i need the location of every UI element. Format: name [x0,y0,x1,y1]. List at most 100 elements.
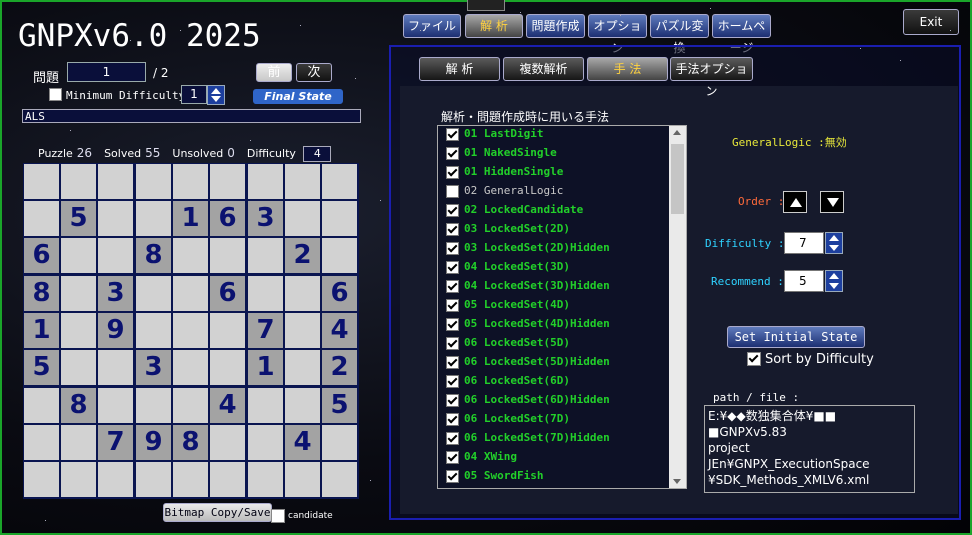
sudoku-cell[interactable] [173,238,208,273]
sudoku-cell[interactable]: 6 [322,276,357,311]
sudoku-cell[interactable] [61,350,96,385]
prev-button[interactable]: 前 [256,63,292,82]
sudoku-cell[interactable] [24,201,59,236]
sudoku-cell[interactable]: 5 [24,350,59,385]
min-difficulty-checkbox[interactable] [49,88,62,101]
sudoku-cell[interactable] [98,388,133,423]
spin-up-icon[interactable] [829,273,839,279]
sudoku-cell[interactable] [248,462,283,497]
sudoku-cell[interactable]: 6 [210,276,245,311]
recommend-spinner[interactable] [825,270,843,292]
sudoku-cell[interactable] [210,462,245,497]
sudoku-cell[interactable] [248,238,283,273]
method-checkbox[interactable] [446,260,459,274]
sudoku-cell[interactable] [136,313,171,348]
path-file-field[interactable]: E:¥◆◆数独集合体¥■■ ■GNPXv5.83 project JEn¥GNP… [704,405,915,493]
sudoku-cell[interactable] [173,462,208,497]
sudoku-cell[interactable]: 4 [210,388,245,423]
method-item[interactable]: 01 NakedSingle [446,146,557,165]
method-item[interactable]: 05 LockedSet(4D)Hidden [446,317,610,336]
min-difficulty-spinner[interactable] [207,85,225,105]
methods-scrollbar[interactable] [669,126,686,488]
subtab-2[interactable]: 手 法 [587,57,668,81]
sudoku-cell[interactable]: 3 [98,276,133,311]
menu-0[interactable]: ファイル [403,14,461,38]
sudoku-cell[interactable]: 4 [285,425,320,460]
sudoku-cell[interactable] [210,313,245,348]
sudoku-cell[interactable] [136,462,171,497]
window-grip[interactable] [467,0,505,11]
sudoku-cell[interactable] [24,388,59,423]
method-item[interactable]: 03 LockedSet(2D) [446,222,570,241]
final-state-button[interactable]: Final State [253,89,343,104]
scroll-thumb[interactable] [671,144,684,214]
method-checkbox[interactable] [446,184,459,198]
sudoku-cell[interactable] [285,276,320,311]
method-checkbox[interactable] [446,431,459,445]
sudoku-cell[interactable] [248,276,283,311]
method-item[interactable]: 05 SwordFish [446,469,543,488]
method-checkbox[interactable] [446,469,459,483]
sudoku-cell[interactable]: 8 [136,238,171,273]
sudoku-cell[interactable] [136,388,171,423]
method-item[interactable]: 06 LockedSet(7D)Hidden [446,431,610,450]
sudoku-cell[interactable]: 8 [61,388,96,423]
method-checkbox[interactable] [446,241,459,255]
method-item[interactable]: 06 LockedSet(5D)Hidden [446,355,610,374]
sudoku-cell[interactable]: 3 [248,201,283,236]
method-checkbox[interactable] [446,146,459,160]
sort-by-difficulty-checkbox[interactable] [747,352,761,366]
sudoku-cell[interactable] [248,388,283,423]
sudoku-cell[interactable] [61,462,96,497]
sudoku-cell[interactable] [248,164,283,199]
spin-up-icon[interactable] [829,235,839,241]
sudoku-cell[interactable] [61,164,96,199]
sudoku-cell[interactable] [61,313,96,348]
sudoku-cell[interactable] [322,201,357,236]
sudoku-cell[interactable] [173,388,208,423]
sudoku-cell[interactable] [61,276,96,311]
methods-list[interactable]: 01 LastDigit 01 NakedSingle 01 HiddenSingl… [437,125,687,489]
sudoku-cell[interactable] [285,388,320,423]
method-checkbox[interactable] [446,317,459,331]
sudoku-cell[interactable] [24,164,59,199]
sudoku-cell[interactable] [98,238,133,273]
sudoku-cell[interactable] [173,164,208,199]
spin-down-icon[interactable] [211,96,221,102]
sudoku-cell[interactable]: 1 [173,201,208,236]
method-checkbox[interactable] [446,412,459,426]
subtab-3[interactable]: 手法オプション [670,57,753,98]
sudoku-cell[interactable] [136,201,171,236]
method-item[interactable]: 02 GeneralLogic [446,184,563,203]
sudoku-cell[interactable] [136,164,171,199]
method-checkbox[interactable] [446,203,459,217]
method-checkbox[interactable] [446,355,459,369]
sudoku-cell[interactable]: 5 [61,201,96,236]
spin-down-icon[interactable] [829,245,839,251]
sudoku-cell[interactable]: 6 [210,201,245,236]
method-item[interactable]: 06 LockedSet(7D) [446,412,570,431]
method-checkbox[interactable] [446,165,459,179]
method-item[interactable]: 06 LockedSet(5D) [446,336,570,355]
sudoku-cell[interactable] [285,201,320,236]
sudoku-cell[interactable]: 2 [285,238,320,273]
next-button[interactable]: 次 [296,63,332,82]
method-checkbox[interactable] [446,298,459,312]
method-checkbox[interactable] [446,450,459,464]
candidate-checkbox[interactable] [271,509,285,523]
sudoku-cell[interactable] [322,238,357,273]
spin-down-icon[interactable] [829,283,839,289]
sudoku-cell[interactable] [98,201,133,236]
set-initial-state-button[interactable]: Set Initial State [727,326,865,348]
method-checkbox[interactable] [446,336,459,350]
method-checkbox[interactable] [446,393,459,407]
sudoku-cell[interactable]: 7 [98,425,133,460]
sudoku-cell[interactable] [285,462,320,497]
sudoku-cell[interactable] [285,313,320,348]
menu-4[interactable]: パズル変換 [650,14,709,55]
sudoku-cell[interactable] [61,425,96,460]
sudoku-cell[interactable] [98,350,133,385]
exit-button[interactable]: Exit [903,9,959,35]
method-item[interactable]: 03 LockedSet(2D)Hidden [446,241,610,260]
sudoku-cell[interactable]: 5 [322,388,357,423]
